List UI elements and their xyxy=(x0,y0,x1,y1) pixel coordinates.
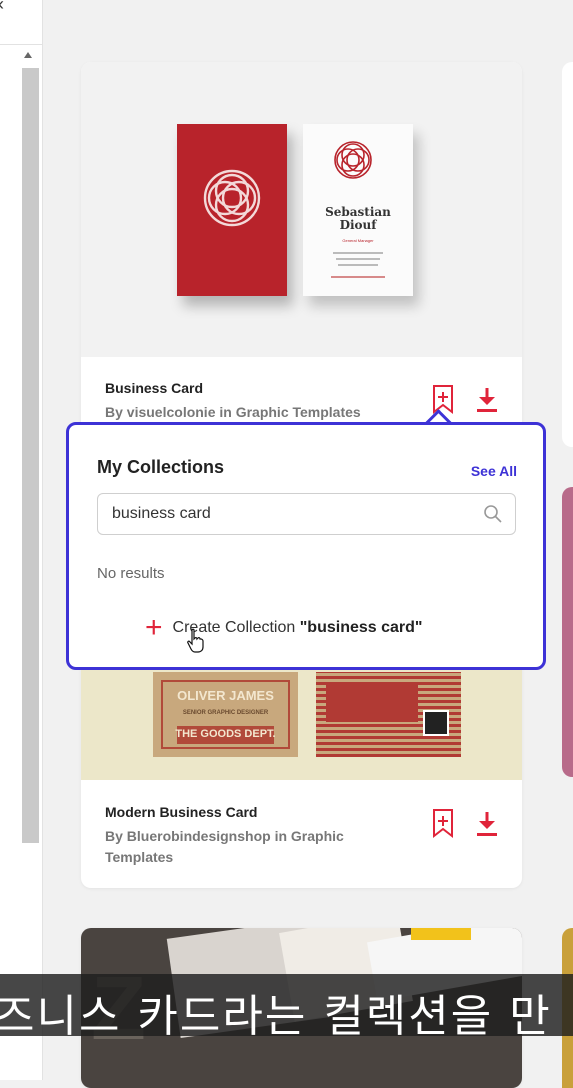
template-card[interactable]: Sebastian Diouf General Manager Business… xyxy=(81,62,522,482)
card-title[interactable]: Modern Business Card xyxy=(105,804,257,820)
card-text-line xyxy=(333,252,383,254)
search-icon[interactable] xyxy=(483,504,503,524)
template-thumbnail[interactable]: Sebastian Diouf General Manager xyxy=(81,62,522,357)
adjacent-card-edge xyxy=(562,487,573,777)
bookmark-add-icon[interactable] xyxy=(431,808,457,840)
download-icon[interactable] xyxy=(475,386,501,418)
card-person-name: Sebastian Diouf xyxy=(303,206,413,232)
card-text-line xyxy=(331,276,385,278)
scrollbar[interactable] xyxy=(22,48,39,848)
empty-results-text: No results xyxy=(97,565,165,582)
hand-cursor-icon xyxy=(187,628,204,653)
circle-logo-icon xyxy=(203,169,261,227)
card-company: THE GOODS DEPT. xyxy=(175,728,276,740)
left-panel-header: ‹ xyxy=(0,0,42,45)
card-role: SENIOR GRAPHIC DESIGNER xyxy=(182,710,269,716)
subtitle-text: 즈니스 카드라는 컬렉션을 만 xyxy=(0,991,552,1036)
circle-logo-icon xyxy=(334,141,372,179)
adjacent-card-edge xyxy=(562,62,573,447)
collections-popup: My Collections See All No results + Crea… xyxy=(66,422,546,670)
create-collection-name: "business card" xyxy=(299,619,423,636)
left-panel: ‹ xyxy=(0,0,43,1080)
qr-code-icon xyxy=(423,710,449,736)
thumbnail-graphic xyxy=(411,928,471,940)
download-icon[interactable] xyxy=(475,810,501,842)
collection-search-input[interactable] xyxy=(97,493,516,535)
popup-title: My Collections xyxy=(97,457,225,477)
see-all-link[interactable]: See All xyxy=(471,463,517,479)
card-text-line xyxy=(336,258,380,260)
card-author[interactable]: By visuelcolonie in Graphic Templates xyxy=(105,402,405,423)
business-card-front: OLIVER JAMES SENIOR GRAPHIC DESIGNER THE… xyxy=(153,672,298,757)
card-text-line xyxy=(338,264,378,266)
business-card-front xyxy=(177,124,287,296)
card-title[interactable]: Business Card xyxy=(105,380,203,396)
card-person-name: OLIVER JAMES xyxy=(177,688,274,703)
card-info-block xyxy=(326,682,418,722)
plus-icon: + xyxy=(145,611,163,644)
video-subtitle: 즈니스 카드라는 컬렉션을 만 xyxy=(0,974,573,1036)
card-author[interactable]: By Bluerobindesignshop in Graphic Templa… xyxy=(105,826,390,868)
scrollbar-thumb[interactable] xyxy=(22,68,39,843)
business-card-back xyxy=(316,672,461,757)
scroll-up-arrow-icon[interactable] xyxy=(24,52,32,58)
card-name-line: Diouf xyxy=(339,218,377,232)
card-role: General Manager xyxy=(342,238,374,243)
chevron-left-icon[interactable]: ‹ xyxy=(0,0,4,15)
business-card-back: Sebastian Diouf General Manager xyxy=(303,124,413,296)
